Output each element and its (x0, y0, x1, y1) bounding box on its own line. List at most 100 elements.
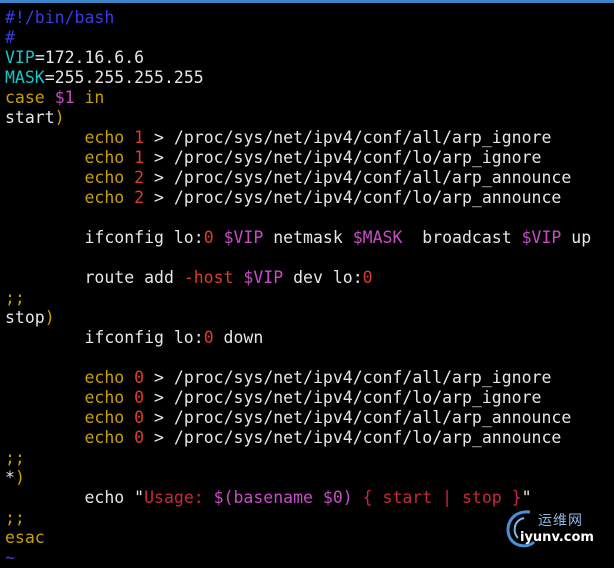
code-token: echo (84, 168, 125, 187)
code-token: ;; (5, 508, 25, 527)
code-line: # (5, 28, 591, 48)
code-line: start) (5, 108, 591, 128)
code-line: echo 1 > /proc/sys/net/ipv4/conf/all/arp… (5, 128, 591, 148)
code-token: { start | stop } (352, 488, 522, 507)
code-line: echo 0 > /proc/sys/net/ipv4/conf/lo/arp_… (5, 428, 591, 448)
code-line: ifconfig lo:0 $VIP netmask $MASK broadca… (5, 228, 591, 248)
code-token: 1 (134, 148, 145, 167)
code-line: echo 1 > /proc/sys/net/ipv4/conf/lo/arp_… (5, 148, 591, 168)
code-token: 2 (134, 188, 145, 207)
code-token: 0 (362, 268, 373, 287)
code-line: case $1 in (5, 88, 591, 108)
code-token: * (5, 468, 15, 487)
window-top-border (0, 0, 614, 3)
code-token: $VIP (243, 268, 284, 287)
code-token: 0 (134, 428, 145, 447)
code-token: ) (54, 108, 65, 127)
code-line: echo 2 > /proc/sys/net/ipv4/conf/all/arp… (5, 168, 591, 188)
code-token: echo (84, 128, 125, 147)
code-token: > /proc/sys/net/ipv4/conf/lo/arp_ignore (144, 148, 542, 167)
code-token: 1 (134, 128, 145, 147)
code-token: stop (5, 308, 45, 327)
terminal-window[interactable]: #!/bin/bash # VIP=172.16.6.6 MASK=255.255.2… (0, 0, 614, 567)
code-token: start (5, 108, 55, 127)
code-token: dev lo: (283, 268, 363, 287)
code-token: ;; (5, 288, 25, 307)
code-line: stop) (5, 308, 591, 328)
code-token: echo (84, 368, 125, 387)
code-line: *) (5, 468, 591, 488)
code-token: > /proc/sys/net/ipv4/conf/lo/arp_announc… (144, 188, 562, 207)
code-token: netmask (263, 228, 353, 247)
code-token: -host (183, 268, 234, 287)
code-token: " (521, 488, 532, 507)
code-token: #!/bin/bash (5, 8, 115, 27)
code-token: > /proc/sys/net/ipv4/conf/lo/arp_announc… (144, 428, 562, 447)
code-token: > /proc/sys/net/ipv4/conf/all/arp_ignore (144, 368, 552, 387)
code-line: ;; (5, 288, 591, 308)
code-line: echo 2 > /proc/sys/net/ipv4/conf/lo/arp_… (5, 188, 591, 208)
code-token: $MASK (352, 228, 403, 247)
code-token: # (5, 28, 15, 47)
code-token: up (561, 228, 592, 247)
code-token: > /proc/sys/net/ipv4/conf/all/arp_ignore (144, 128, 552, 147)
watermark-cn-text: 运维网 (538, 513, 583, 529)
code-token: echo (5, 488, 135, 507)
code-line: MASK=255.255.255.255 (5, 68, 591, 88)
code-token: echo (84, 408, 125, 427)
code-token: $VIP (521, 228, 562, 247)
code-token: 0 (134, 368, 145, 387)
code-token: > /proc/sys/net/ipv4/conf/all/arp_announ… (144, 408, 572, 427)
code-token: ifconfig lo: (5, 228, 204, 247)
code-token: VIP (5, 48, 35, 67)
code-token: ;; (5, 448, 25, 467)
code-token: esac (5, 528, 45, 547)
code-token: > /proc/sys/net/ipv4/conf/lo/arp_ignore (144, 388, 542, 407)
code-line: ;; (5, 448, 591, 468)
code-token: echo (84, 388, 125, 407)
code-token: 0 (134, 408, 145, 427)
code-token: $VIP (223, 228, 264, 247)
code-token: 0 (203, 328, 214, 347)
code-line: echo 0 > /proc/sys/net/ipv4/conf/all/arp… (5, 368, 591, 388)
code-token: =172.16.6.6 (34, 48, 145, 67)
code-token: broadcast (402, 228, 522, 247)
code-token: ) (44, 308, 55, 327)
code-token: $1 (54, 88, 75, 107)
code-line: echo 0 > /proc/sys/net/ipv4/conf/all/arp… (5, 408, 591, 428)
code-token: Usage: (144, 488, 214, 507)
code-token: $(basename $0) (213, 488, 353, 507)
code-token: " (134, 488, 145, 507)
code-token: MASK (5, 68, 45, 87)
code-token: 0 (203, 228, 214, 247)
script-editor-buffer[interactable]: #!/bin/bash # VIP=172.16.6.6 MASK=255.255.2… (5, 8, 591, 568)
code-token: echo (84, 148, 125, 167)
code-token: down (213, 328, 264, 347)
code-token: ) (14, 468, 25, 487)
code-line: echo "Usage: $(basename $0) { start | st… (5, 488, 591, 508)
watermark-url-text: iyunv.com (520, 530, 594, 545)
code-token: =255.255.255.255 (44, 68, 204, 87)
code-line: ifconfig lo:0 down (5, 328, 591, 348)
code-line: echo 0 > /proc/sys/net/ipv4/conf/lo/arp_… (5, 388, 591, 408)
